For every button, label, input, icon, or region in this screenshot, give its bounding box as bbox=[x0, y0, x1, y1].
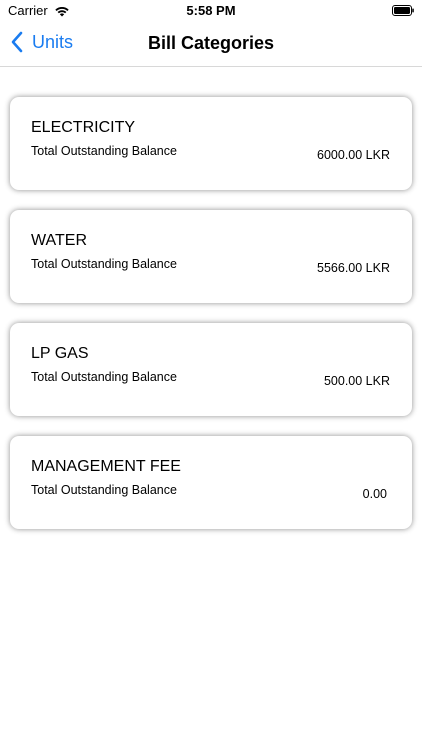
category-title: LP GAS bbox=[31, 345, 89, 362]
bill-category-list: ELECTRICITY Total Outstanding Balance 60… bbox=[10, 97, 412, 549]
bill-category-card-management-fee[interactable]: MANAGEMENT FEE Total Outstanding Balance… bbox=[10, 436, 412, 529]
balance-amount: 0.00 bbox=[362, 487, 387, 501]
category-title: ELECTRICITY bbox=[31, 119, 136, 136]
balance-amount: 500.00 LKR bbox=[323, 374, 390, 388]
bill-category-card-electricity[interactable]: ELECTRICITY Total Outstanding Balance 60… bbox=[10, 97, 412, 190]
category-title: WATER bbox=[31, 232, 87, 249]
balance-label: Total Outstanding Balance bbox=[31, 483, 177, 497]
category-title: MANAGEMENT FEE bbox=[31, 458, 181, 475]
balance-amount: 5566.00 LKR bbox=[317, 261, 390, 275]
battery-icon bbox=[392, 5, 414, 16]
balance-label: Total Outstanding Balance bbox=[31, 257, 177, 271]
page-title: Bill Categories bbox=[147, 33, 275, 53]
bill-category-card-water[interactable]: WATER Total Outstanding Balance 5566.00 … bbox=[10, 210, 412, 303]
status-bar: Carrier 5:58 PM bbox=[0, 0, 422, 22]
balance-label: Total Outstanding Balance bbox=[31, 144, 177, 158]
navigation-bar: Units Bill Categories bbox=[0, 22, 422, 67]
balance-amount: 6000.00 LKR bbox=[317, 148, 390, 162]
bill-category-card-lp-gas[interactable]: LP GAS Total Outstanding Balance 500.00 … bbox=[10, 323, 412, 416]
clock: 5:58 PM bbox=[186, 3, 236, 18]
balance-label: Total Outstanding Balance bbox=[31, 370, 177, 384]
